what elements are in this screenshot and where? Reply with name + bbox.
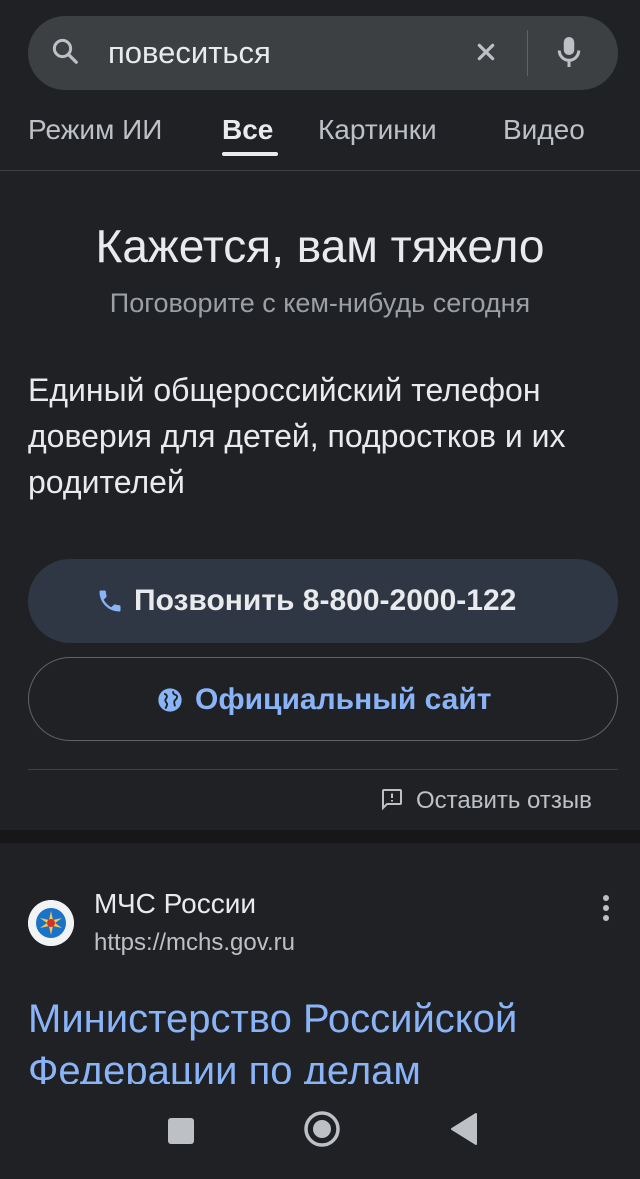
tab-all[interactable]: Все xyxy=(222,112,273,148)
nav-back-icon[interactable] xyxy=(450,1112,478,1146)
official-site-label: Официальный сайт xyxy=(195,683,492,716)
official-site-button[interactable]: Официальный сайт xyxy=(28,657,618,741)
phone-icon xyxy=(99,590,121,612)
more-vert-icon[interactable] xyxy=(596,893,616,923)
section-separator xyxy=(0,830,640,843)
site-favicon[interactable] xyxy=(28,900,74,946)
clear-icon[interactable] xyxy=(470,36,502,68)
nav-home-icon[interactable] xyxy=(303,1110,341,1148)
card-title: Кажется, вам тяжело xyxy=(95,220,545,272)
call-button-label: Позвонить 8-800-2000-122 xyxy=(134,584,517,617)
system-nav-bar xyxy=(0,1084,640,1179)
search-result: МЧС России https://mchs.gov.ru Министерс… xyxy=(0,843,640,1084)
tab-images[interactable]: Картинки xyxy=(318,112,437,148)
result-site-name[interactable]: МЧС России xyxy=(94,886,256,922)
mic-icon[interactable] xyxy=(551,33,587,71)
result-url[interactable]: https://mchs.gov.ru xyxy=(94,927,295,959)
helpline-description: Единый общероссийский телефон доверия дл… xyxy=(28,372,566,500)
globe-icon xyxy=(158,688,182,712)
result-title-link[interactable]: Министерство Российской Федерации по дел… xyxy=(28,993,628,1084)
search-input[interactable]: повеситься xyxy=(108,33,271,73)
search-icon[interactable] xyxy=(50,36,80,66)
mchs-logo-icon xyxy=(28,900,74,946)
feedback-link[interactable]: Оставить отзыв xyxy=(416,785,592,817)
call-button[interactable]: Позвонить 8-800-2000-122 xyxy=(28,559,618,643)
search-divider xyxy=(527,30,528,76)
tab-ai-mode[interactable]: Режим ИИ xyxy=(28,112,162,148)
card-subtitle: Поговорите с кем-нибудь сегодня xyxy=(109,288,531,318)
active-tab-indicator xyxy=(222,152,278,156)
feedback-icon[interactable] xyxy=(380,787,404,811)
nav-recents-icon[interactable] xyxy=(168,1118,194,1144)
crisis-support-card: Кажется, вам тяжело Поговорите с кем-ниб… xyxy=(0,171,640,830)
tab-videos[interactable]: Видео xyxy=(503,112,585,148)
search-tabs: Режим ИИ Все Картинки Видео xyxy=(0,104,640,170)
card-divider xyxy=(28,769,618,770)
